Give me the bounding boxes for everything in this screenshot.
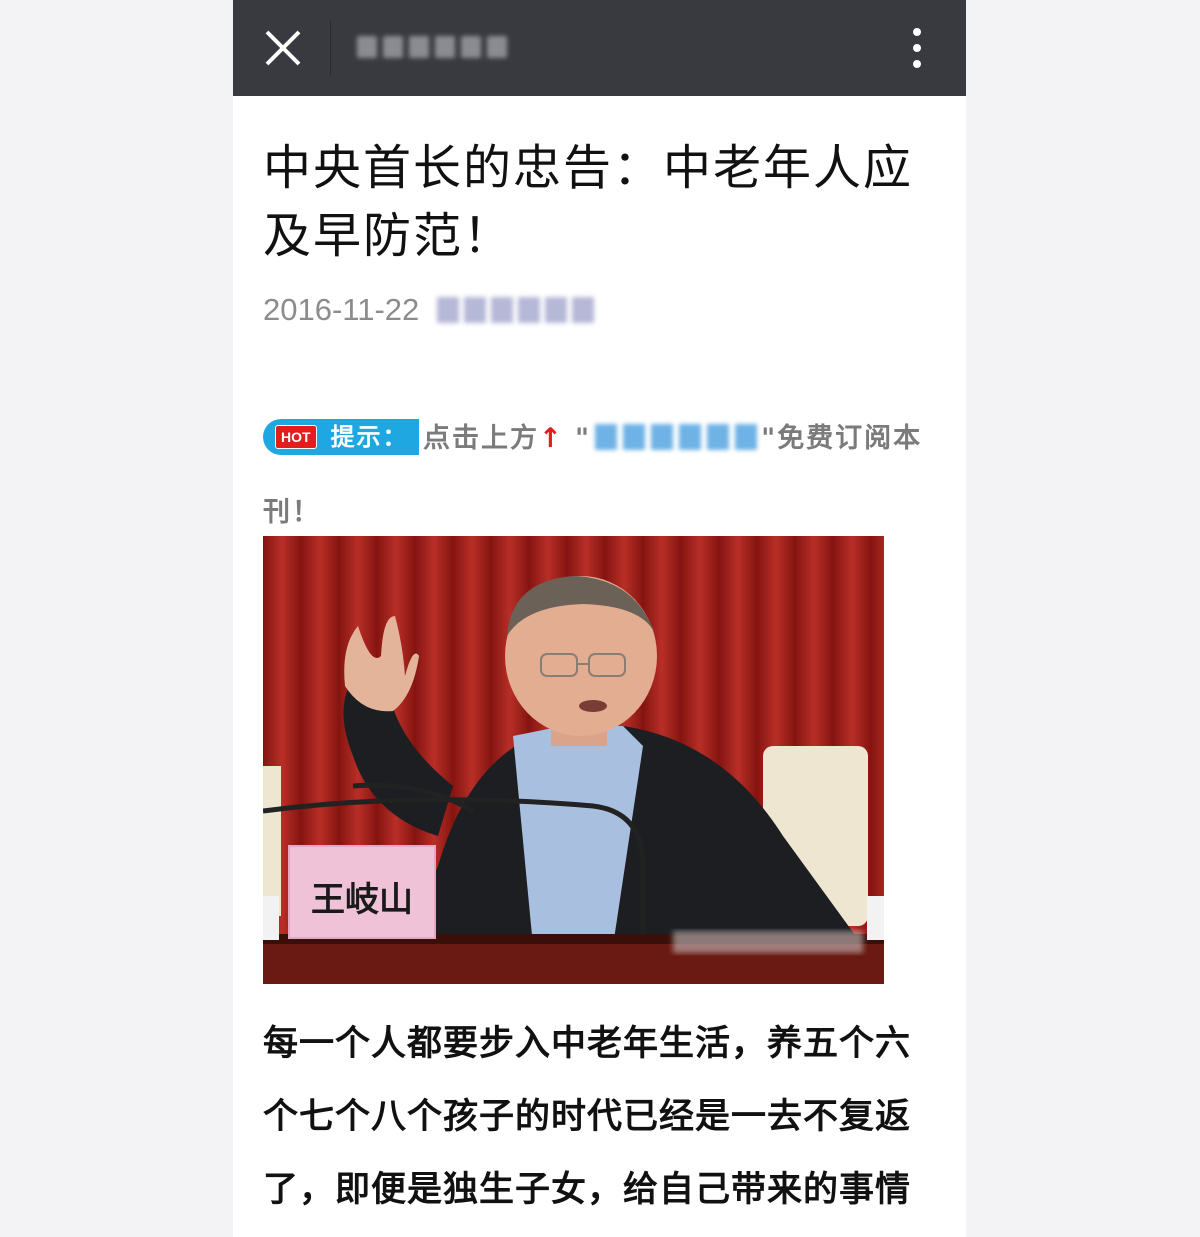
blurred-account-link[interactable] <box>437 295 597 325</box>
topbar-divider <box>330 20 331 76</box>
publish-date: 2016-11-22 <box>263 292 420 327</box>
close-icon <box>265 30 301 66</box>
quote-open: " <box>575 423 592 454</box>
article-meta: 2016-11-22 <box>263 290 597 330</box>
hint-label: 提示： <box>330 422 409 451</box>
more-menu-button[interactable] <box>899 24 935 72</box>
up-arrow-icon: ↑ <box>539 423 564 454</box>
quote-close: " <box>761 423 778 454</box>
hint-badge: HOT 提示： <box>263 418 419 455</box>
article-body-paragraph: 每一个人都要步入中老年生活，养五个六个七个八个孩子的时代已经是一去不复返了，即便… <box>263 1024 912 1210</box>
hint-text-before: 点击上方 <box>423 423 539 454</box>
hot-tag: HOT <box>275 424 317 449</box>
nameplate-text: 王岐山 <box>311 880 413 920</box>
more-vertical-icon <box>913 28 921 68</box>
article-title: 中央首长的忠告：中老年人应及早防范！ <box>263 140 914 264</box>
blurred-account-title <box>357 28 517 66</box>
subscribe-hint: HOT 提示： 点击上方↑ " "免费订阅本刊！ <box>263 402 943 550</box>
article-photo: 王岐山 <box>263 536 884 984</box>
phone-screen: 中央首长的忠告：中老年人应及早防范！ 2016-11-22 HOT 提示： 点击… <box>233 0 966 1237</box>
blurred-account-name[interactable] <box>595 423 758 450</box>
close-button[interactable] <box>257 22 309 74</box>
top-navigation-bar <box>233 0 966 96</box>
